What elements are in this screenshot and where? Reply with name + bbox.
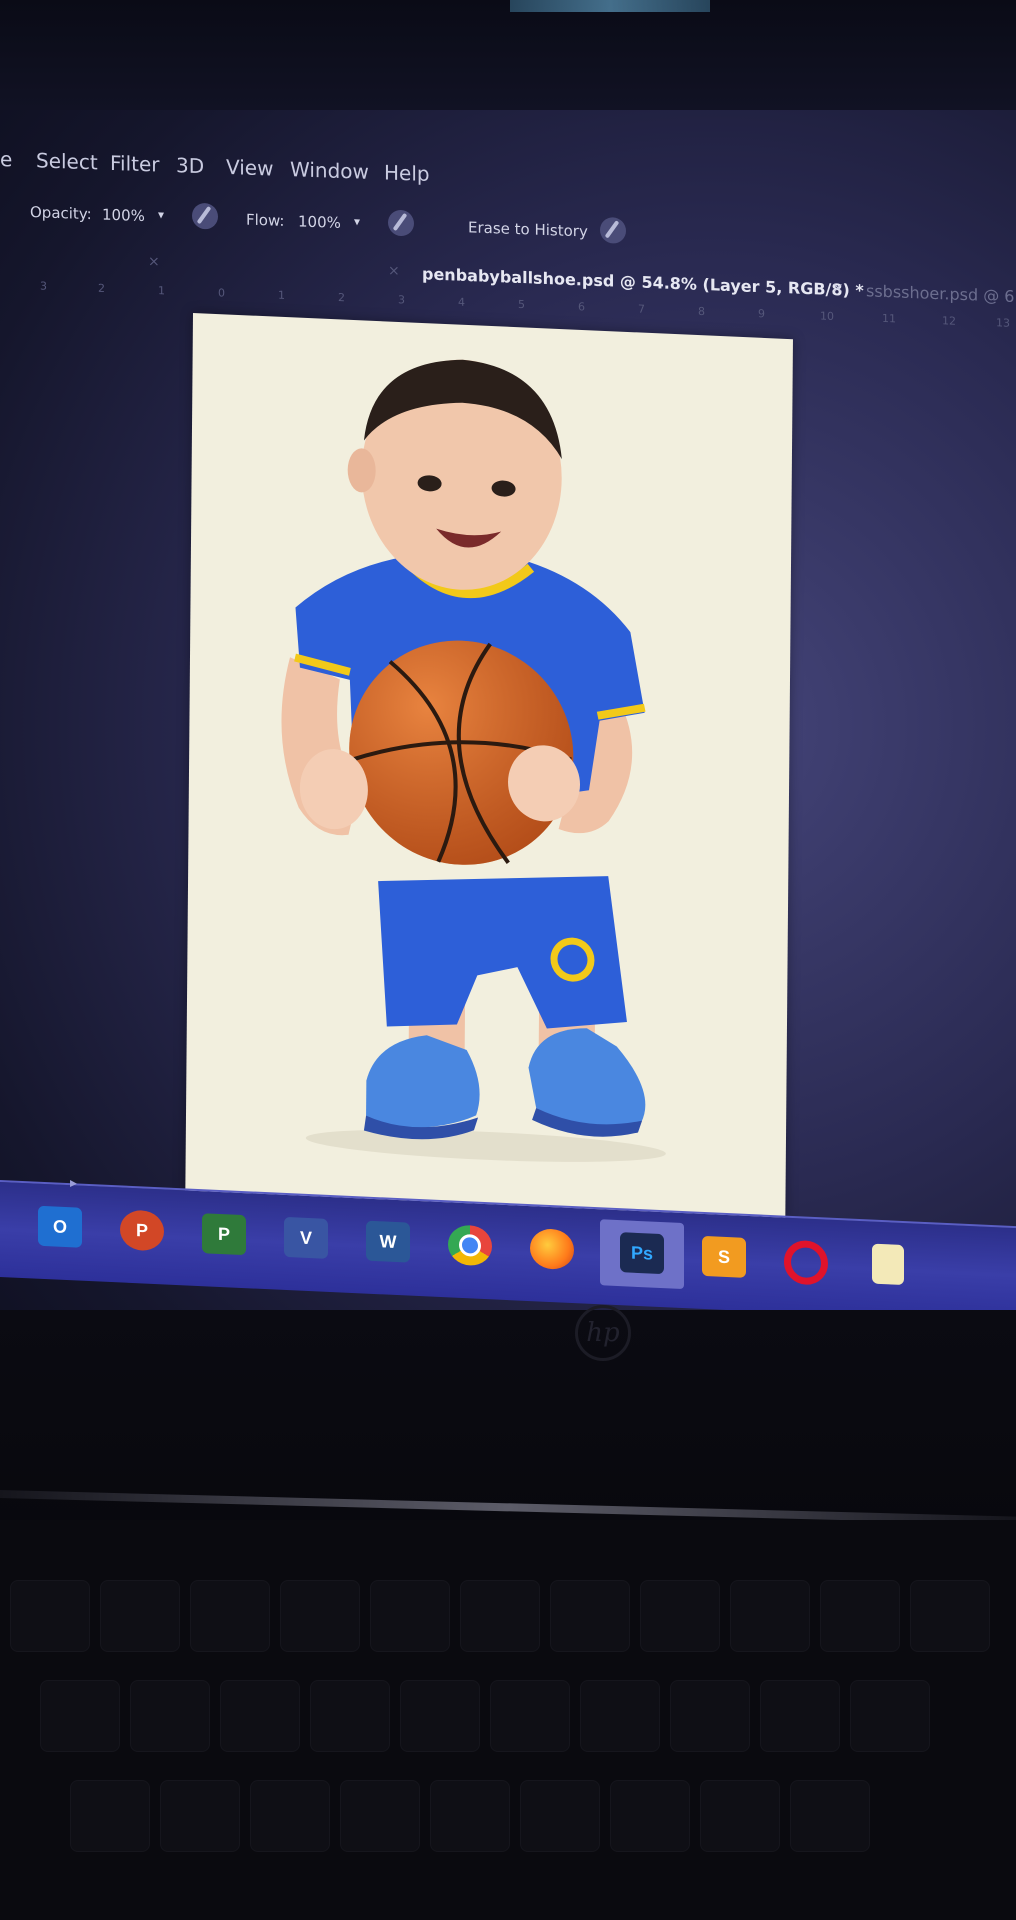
hp-logo: hp bbox=[575, 1305, 631, 1361]
ruler-tick: 3 bbox=[40, 279, 47, 293]
keyboard-key bbox=[520, 1780, 600, 1852]
screen-top-edge bbox=[0, 0, 1016, 110]
canvas-area[interactable] bbox=[185, 313, 813, 1219]
menu-item-3d[interactable]: 3D bbox=[176, 153, 204, 178]
keyboard-key bbox=[370, 1580, 450, 1652]
keyboard-key bbox=[730, 1580, 810, 1652]
ruler-tick: 11 bbox=[882, 311, 896, 326]
keyboard-key bbox=[460, 1580, 540, 1652]
erase-to-history-label[interactable]: Erase to History bbox=[468, 218, 588, 240]
keyboard-key bbox=[160, 1780, 240, 1852]
ruler-tick: 1 bbox=[278, 288, 285, 302]
keyboard-key bbox=[310, 1680, 390, 1752]
sublime-text-icon[interactable]: S bbox=[702, 1235, 746, 1278]
flow-value[interactable]: 100% bbox=[298, 212, 341, 231]
keyboard-key bbox=[430, 1780, 510, 1852]
ruler-tick: 1 bbox=[158, 284, 165, 298]
menu-item-window[interactable]: Window bbox=[290, 157, 369, 184]
keyboard-key bbox=[640, 1580, 720, 1652]
tab-active-document[interactable]: penbabyballshoe.psd @ 54.8% (Layer 5, RG… bbox=[422, 264, 864, 300]
ruler-tick: 10 bbox=[820, 309, 834, 324]
keyboard-key bbox=[580, 1680, 660, 1752]
opera-icon[interactable]: O bbox=[784, 1239, 828, 1286]
screen-glow bbox=[510, 0, 710, 12]
keyboard-key bbox=[400, 1680, 480, 1752]
keyboard-key bbox=[100, 1580, 180, 1652]
pressure-size-icon[interactable] bbox=[600, 216, 626, 244]
keyboard-key bbox=[550, 1580, 630, 1652]
ruler-tick: 12 bbox=[942, 314, 956, 328]
keyboard-key bbox=[760, 1680, 840, 1752]
tab-close-icon[interactable]: × bbox=[832, 280, 844, 296]
photoshop-icon[interactable]: Ps bbox=[620, 1232, 664, 1275]
pressure-opacity-icon[interactable] bbox=[192, 202, 218, 230]
powerpoint-icon[interactable]: P bbox=[120, 1209, 164, 1252]
ruler-tick: 3 bbox=[398, 293, 405, 307]
taskbar-arrow-icon[interactable]: ▸ bbox=[70, 1175, 77, 1191]
chrome-center-icon bbox=[459, 1233, 481, 1257]
keyboard-key bbox=[130, 1680, 210, 1752]
keyboard-key bbox=[190, 1580, 270, 1652]
keyboard-key bbox=[790, 1780, 870, 1852]
ruler-tick: 13 bbox=[996, 316, 1010, 330]
word-icon[interactable]: W bbox=[366, 1220, 410, 1263]
project-icon[interactable]: P bbox=[202, 1213, 246, 1256]
ruler-tick: 6 bbox=[578, 300, 585, 314]
menu-item-help[interactable]: Help bbox=[384, 160, 430, 186]
firefox-icon[interactable] bbox=[530, 1228, 574, 1271]
keyboard-key bbox=[250, 1780, 330, 1852]
opacity-label: Opacity: bbox=[30, 203, 92, 224]
ruler-tick: 5 bbox=[518, 297, 525, 312]
outlook-icon[interactable]: O bbox=[38, 1205, 82, 1248]
laptop-keyboard bbox=[0, 1520, 1016, 1920]
keyboard-key bbox=[490, 1680, 570, 1752]
chrome-icon[interactable] bbox=[448, 1224, 492, 1267]
flow-label: Flow: bbox=[246, 210, 285, 230]
baby-with-basketball-image bbox=[281, 359, 666, 1162]
keyboard-key bbox=[910, 1580, 990, 1652]
keyboard-key bbox=[340, 1780, 420, 1852]
menu-item-view[interactable]: View bbox=[226, 155, 273, 181]
opacity-value[interactable]: 100% bbox=[102, 206, 145, 225]
keyboard-key bbox=[700, 1780, 780, 1852]
keyboard-key bbox=[280, 1580, 360, 1652]
ruler-tick: 4 bbox=[458, 295, 465, 309]
keyboard-key bbox=[610, 1780, 690, 1852]
ruler-tick: 2 bbox=[98, 281, 105, 296]
tab-close-icon[interactable]: × bbox=[388, 263, 400, 279]
keyboard-key bbox=[670, 1680, 750, 1752]
file-icon[interactable] bbox=[872, 1243, 904, 1286]
airbrush-icon[interactable] bbox=[388, 209, 414, 237]
keyboard-key bbox=[10, 1580, 90, 1652]
tab-close-icon[interactable]: × bbox=[148, 254, 160, 270]
flow-dropdown-icon[interactable]: ▾ bbox=[354, 214, 360, 228]
ruler-tick: 2 bbox=[338, 290, 345, 305]
menu-item-edit-fragment[interactable]: e bbox=[0, 147, 12, 171]
keyboard-key bbox=[820, 1580, 900, 1652]
keyboard-key bbox=[70, 1780, 150, 1852]
menu-item-filter[interactable]: Filter bbox=[110, 151, 160, 177]
document-canvas[interactable] bbox=[185, 313, 793, 1219]
keyboard-key bbox=[40, 1680, 120, 1752]
keyboard-key bbox=[220, 1680, 300, 1752]
menu-item-select[interactable]: Select bbox=[36, 148, 98, 174]
visio-icon[interactable]: V bbox=[284, 1216, 328, 1259]
ruler-tick: 0 bbox=[218, 286, 225, 300]
tab-other-document[interactable]: ssbsshoer.psd @ 6 bbox=[866, 281, 1014, 306]
keyboard-key bbox=[850, 1680, 930, 1752]
opacity-dropdown-icon[interactable]: ▾ bbox=[158, 208, 164, 222]
monitor-screen: e Select Filter 3D View Window Help Opac… bbox=[0, 0, 1016, 1320]
